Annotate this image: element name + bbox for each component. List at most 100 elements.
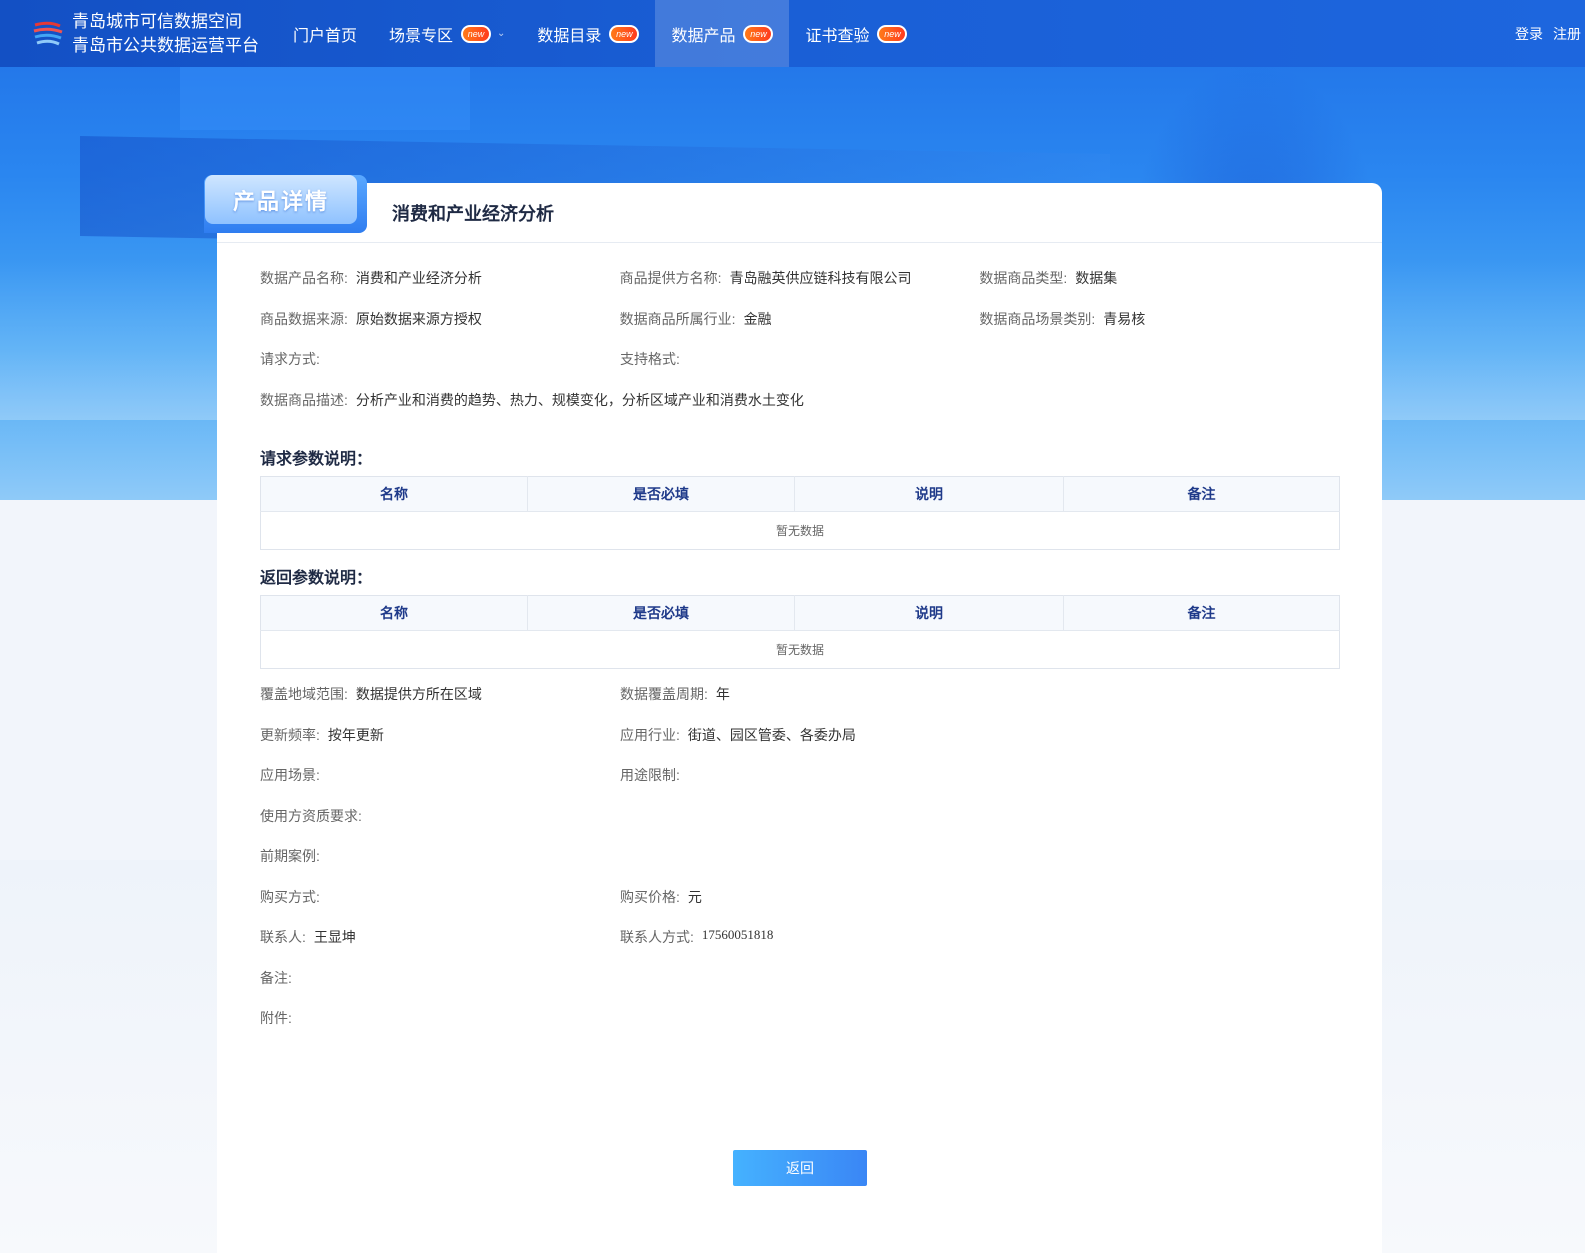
request-params-table: 名称 是否必填 说明 备注 暂无数据	[260, 476, 1340, 550]
empty-text: 暂无数据	[775, 643, 824, 657]
field-value: 按年更新	[327, 726, 384, 743]
detail-tag: 产品详情	[204, 175, 367, 233]
nav-products-label: 数据产品	[671, 27, 736, 45]
field-value: 青岛融英供应链科技有限公司	[729, 270, 912, 287]
nav-home[interactable]: 门户首页	[277, 0, 373, 67]
field-row: 数据产品名称: 消费和产业经济分析 商品提供方名称: 青岛融英供应链科技有限公司…	[260, 258, 1339, 299]
top-nav: 青岛城市可信数据空间 青岛市公共数据运营平台 门户首页 场景专区 new ⌄ 数…	[0, 0, 1585, 67]
field-row: 备注:	[260, 958, 1339, 999]
field-value: 原始数据来源方授权	[355, 310, 482, 327]
field-value: 数据集	[1075, 270, 1118, 287]
field-value: 17560051818	[701, 927, 774, 943]
brand-line1: 青岛城市可信数据空间	[72, 11, 242, 31]
detail-tag-label: 产品详情	[205, 175, 357, 224]
product-title: 消费和产业经济分析	[392, 204, 554, 224]
field-value: 街道、园区管委、各委办局	[687, 726, 856, 743]
chevron-down-icon: ⌄	[497, 28, 506, 39]
table-header: 是否必填	[527, 476, 795, 512]
field-label: 更新频率:	[260, 726, 320, 743]
field-app-scene: 应用场景:	[260, 765, 620, 785]
field-value: 王显坤	[313, 929, 356, 946]
field-row: 前期案例:	[260, 836, 1339, 877]
register-link[interactable]: 注册	[1553, 24, 1581, 44]
field-label: 附件:	[260, 1010, 292, 1027]
table-header: 是否必填	[527, 595, 795, 631]
field-label: 覆盖地域范围:	[260, 686, 348, 703]
field-format: 支持格式:	[620, 349, 980, 369]
field-type: 数据商品类型: 数据集	[979, 268, 1339, 288]
nav-certs[interactable]: 证书查验 new	[789, 0, 923, 67]
field-label: 购买方式:	[260, 888, 320, 905]
field-row: 请求方式: 支持格式:	[260, 339, 1339, 380]
request-params-title: 请求参数说明：	[260, 451, 373, 468]
field-buy-method: 购买方式:	[260, 887, 620, 907]
field-row: 使用方资质要求:	[260, 796, 1339, 837]
field-period: 数据覆盖周期: 年	[620, 684, 980, 704]
field-label: 联系人:	[260, 929, 306, 946]
field-price: 购买价格: 元	[620, 887, 980, 907]
field-frequency: 更新频率: 按年更新	[260, 725, 620, 745]
nav-scenes-label: 场景专区	[389, 27, 454, 45]
nav-products[interactable]: 数据产品 new	[655, 0, 790, 67]
field-value: 金融	[743, 310, 772, 327]
field-usage-limit: 用途限制:	[620, 765, 980, 785]
field-row: 购买方式: 购买价格: 元	[260, 877, 1339, 918]
field-label: 应用场景:	[260, 767, 320, 784]
field-row: 覆盖地域范围: 数据提供方所在区域 数据覆盖周期: 年	[260, 674, 1339, 715]
table-header: 名称	[260, 476, 528, 512]
field-value: 青易核	[1103, 310, 1146, 327]
table-header: 说明	[794, 476, 1064, 512]
field-label: 备注:	[260, 969, 292, 986]
field-remark: 备注:	[260, 968, 620, 988]
field-value: 数据提供方所在区域	[355, 686, 482, 703]
field-row: 联系人: 王显坤 联系人方式: 17560051818	[260, 917, 1339, 958]
response-params-title: 返回参数说明：	[260, 570, 373, 587]
field-label: 数据商品描述:	[260, 391, 348, 408]
brand[interactable]: 青岛城市可信数据空间 青岛市公共数据运营平台	[32, 10, 277, 58]
field-label: 商品数据来源:	[260, 310, 348, 327]
table-header: 备注	[1063, 595, 1340, 631]
field-contact-way: 联系人方式: 17560051818	[620, 927, 980, 947]
field-label: 应用行业:	[620, 726, 680, 743]
field-coverage: 覆盖地域范围: 数据提供方所在区域	[260, 684, 620, 704]
field-label: 请求方式:	[260, 351, 320, 368]
field-row: 更新频率: 按年更新 应用行业: 街道、园区管委、各委办局	[260, 715, 1339, 756]
card-header: 产品详情 消费和产业经济分析	[204, 175, 1382, 243]
field-label: 数据覆盖周期:	[620, 686, 708, 703]
login-link[interactable]: 登录	[1515, 24, 1543, 44]
nav-catalog-label: 数据目录	[537, 27, 602, 45]
field-label: 数据商品类型:	[979, 270, 1068, 287]
field-scene-category: 数据商品场景类别: 青易核	[979, 309, 1339, 329]
field-label: 数据商品所属行业:	[619, 310, 736, 327]
field-label: 商品提供方名称:	[619, 270, 722, 287]
field-description: 数据商品描述: 分析产业和消费的趋势、热力、规模变化，分析区域产业和消费水土变化	[260, 390, 804, 410]
table-header: 名称	[260, 595, 528, 631]
product-detail-card: 产品详情 消费和产业经济分析 数据产品名称: 消费和产业经济分析 商品提供方名称…	[204, 175, 1382, 1253]
nav-catalog[interactable]: 数据目录 new	[521, 0, 655, 67]
field-label: 联系人方式:	[620, 929, 694, 946]
field-value: 分析产业和消费的趋势、热力、规模变化，分析区域产业和消费水土变化	[355, 391, 804, 408]
auth-links: 登录 注册	[1505, 0, 1581, 67]
field-product-name: 数据产品名称: 消费和产业经济分析	[260, 268, 620, 288]
table-header: 说明	[794, 595, 1064, 631]
empty-text: 暂无数据	[775, 524, 824, 538]
field-value: 年	[715, 686, 730, 703]
field-label: 数据商品场景类别:	[979, 310, 1096, 327]
back-button[interactable]: 返回	[733, 1150, 867, 1186]
nav-scenes[interactable]: 场景专区 new ⌄	[373, 0, 521, 67]
new-badge-icon: new	[743, 24, 774, 43]
response-params-table: 名称 是否必填 说明 备注 暂无数据	[260, 595, 1340, 669]
field-row: 应用场景: 用途限制:	[260, 755, 1339, 796]
nav-certs-label: 证书查验	[805, 27, 870, 45]
field-row: 商品数据来源: 原始数据来源方授权 数据商品所属行业: 金融 数据商品场景类别:…	[260, 299, 1339, 340]
field-app-industry: 应用行业: 街道、园区管委、各委办局	[620, 725, 980, 745]
new-badge-icon: new	[877, 24, 908, 43]
field-request-method: 请求方式:	[260, 349, 620, 369]
field-label: 数据产品名称:	[260, 270, 348, 287]
new-badge-icon: new	[461, 24, 492, 43]
new-badge-icon: new	[609, 24, 640, 43]
field-label: 使用方资质要求:	[260, 807, 362, 824]
platform-logo-icon	[33, 21, 63, 45]
table-header: 备注	[1063, 476, 1340, 512]
field-row: 数据商品描述: 分析产业和消费的趋势、热力、规模变化，分析区域产业和消费水土变化	[260, 380, 1339, 421]
